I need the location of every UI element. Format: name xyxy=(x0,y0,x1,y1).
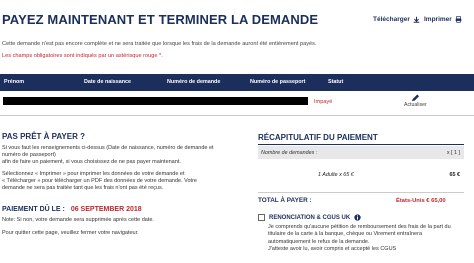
print-label: Imprimer xyxy=(424,16,452,23)
print-button[interactable]: Imprimer xyxy=(424,16,462,23)
line-item-row: 1 Adulte x 65 € 65 € xyxy=(258,168,464,182)
line-item-label: 1 Adulte x 65 € xyxy=(318,172,354,178)
required-note: Les champs obligatoires sont indiqués pa… xyxy=(2,53,163,59)
renunciation-label: RENONCIATION & CGUS UK xyxy=(269,214,351,221)
requests-row: Nombre de demandes : x [ 1 ] xyxy=(258,146,464,159)
edit-icon xyxy=(411,94,419,102)
table-header: Prénom Date de naissance Numéro de deman… xyxy=(0,74,474,91)
not-ready-line: afin de faire un paiement, si vous chois… xyxy=(2,159,181,165)
download-icon xyxy=(413,16,420,23)
redacted-row-data xyxy=(3,97,308,105)
not-ready-line: demande ne sera pas traitée tant que les… xyxy=(2,185,164,191)
col-header: Prénom xyxy=(4,79,25,85)
col-header: Statut xyxy=(328,79,344,85)
renunciation-header: RENONCIATION & CGUS UK xyxy=(258,214,361,221)
total-value: États-Unis € 65,00 xyxy=(396,198,446,204)
requests-label: Nombre de demandes : xyxy=(261,150,318,156)
renunciation-text: Je comprends qu'aucune pétition de rembo… xyxy=(268,224,468,254)
not-ready-line: « Télécharger » pour télécharger un PDF … xyxy=(2,178,197,184)
total-label: TOTAL À PAYER : xyxy=(258,197,312,204)
download-label: Télécharger xyxy=(373,16,410,23)
not-ready-text: Si vous faut les renseignements ci-dessu… xyxy=(2,145,252,192)
col-header: Numéro de demande xyxy=(167,79,221,85)
not-ready-line: numéro de passeport) xyxy=(2,152,56,158)
info-icon[interactable] xyxy=(354,214,361,221)
not-ready-line: Si vous faut les renseignements ci-dessu… xyxy=(2,145,214,151)
not-ready-title: PAS PRÊT À PAYER ? xyxy=(2,132,85,141)
due-date: PAIEMENT DÛ LE : 06 SEPTEMBER 2018 xyxy=(2,206,142,213)
status-badge: Impayé xyxy=(314,99,333,105)
renunciation-line: J'atteste avoir lu, avoir compris et acc… xyxy=(268,246,397,253)
line-item-value: 65 € xyxy=(449,172,461,178)
quit-note: Pour quitter cette page, veuillez fermer… xyxy=(2,230,139,236)
due-note: Note: Si non, votre demande sera supprim… xyxy=(2,217,154,223)
col-header: Date de naissance xyxy=(84,79,132,85)
intro-text: Cette demande n'est pas encore complète … xyxy=(2,41,317,47)
download-button[interactable]: Télécharger xyxy=(373,16,420,23)
summary-divider xyxy=(258,144,464,145)
renunciation-line: Je comprends qu'aucune pétition de rembo… xyxy=(268,224,451,230)
renunciation-line: titulaire de la carte à la banque, chèqu… xyxy=(268,231,422,238)
due-date-value: 06 SEPTEMBER 2018 xyxy=(70,206,142,213)
renunciation-checkbox[interactable] xyxy=(258,214,265,221)
col-header: Numéro de passeport xyxy=(250,79,306,85)
summary-title: RÉCAPITULATIF DU PAIEMENT xyxy=(258,133,378,142)
requests-value: x [ 1 ] xyxy=(446,150,460,156)
refresh-label: Actualiser xyxy=(404,102,427,108)
renunciation-line: automatiquement le refus de la demande. xyxy=(268,238,370,245)
refresh-button[interactable]: Actualiser xyxy=(404,94,427,108)
not-ready-line: Sélectionnez « Imprimer » pour imprimer … xyxy=(2,171,185,177)
printer-icon xyxy=(455,16,462,23)
summary-divider xyxy=(258,192,464,193)
due-label: PAIEMENT DÛ LE : xyxy=(2,206,65,213)
page-title: PAYEZ MAINTENANT ET TERMINER LA DEMANDE xyxy=(2,12,319,27)
